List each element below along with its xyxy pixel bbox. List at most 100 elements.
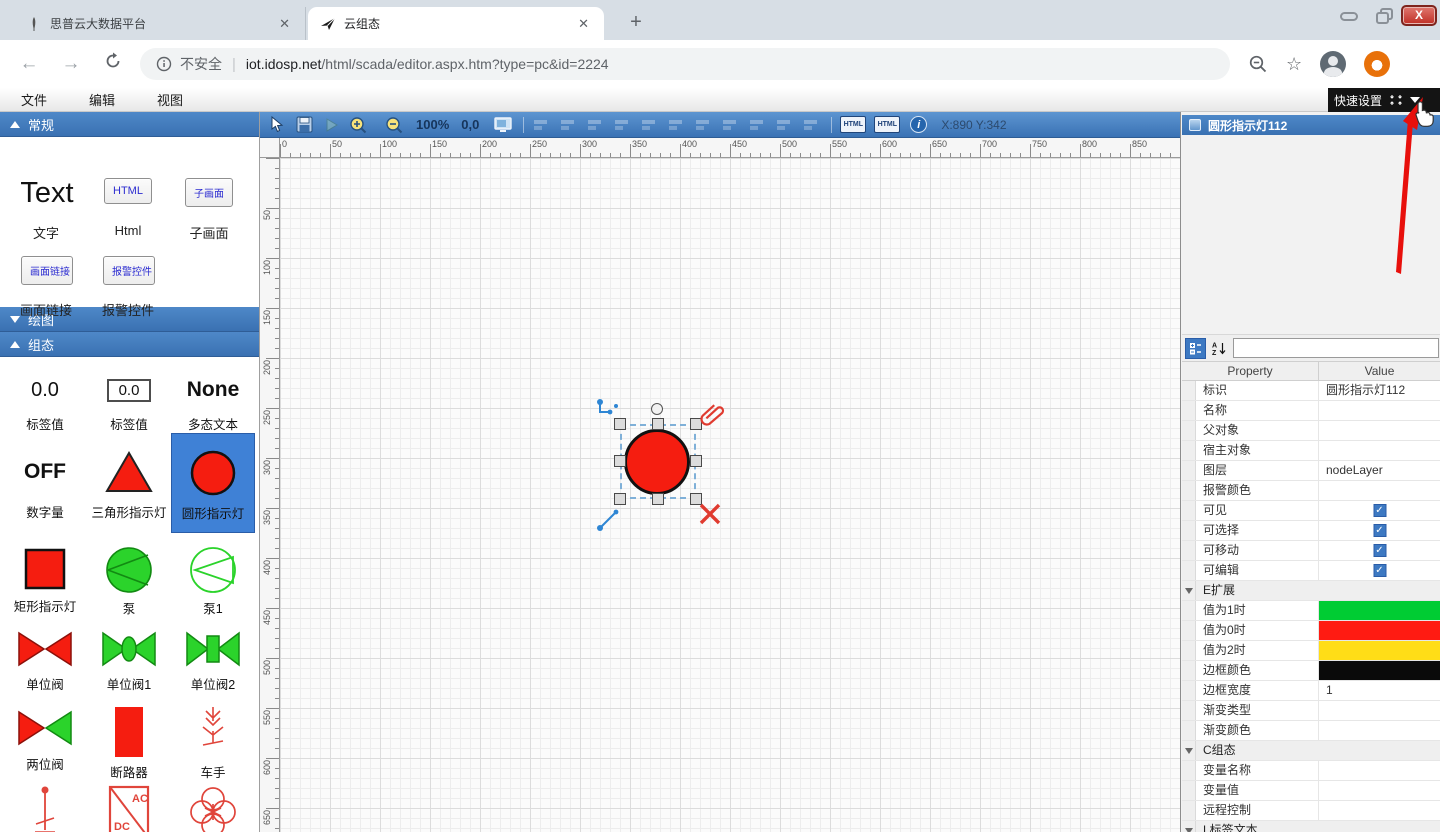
info-icon[interactable] — [156, 56, 172, 72]
close-button-highlight[interactable]: X — [1401, 5, 1437, 26]
checkbox[interactable]: ✓ — [1373, 544, 1386, 557]
property-value[interactable] — [1319, 661, 1440, 680]
menu-view[interactable]: 视图 — [136, 90, 204, 109]
palette-item-pt[interactable]: PT — [171, 773, 255, 832]
property-value[interactable] — [1319, 401, 1440, 420]
property-row-item[interactable]: 可移动✓ — [1182, 541, 1440, 561]
resize-handle[interactable] — [652, 418, 664, 430]
property-value[interactable] — [1319, 621, 1440, 640]
property-row-item[interactable]: 渐变颜色 — [1182, 721, 1440, 741]
property-row-item[interactable]: 可选择✓ — [1182, 521, 1440, 541]
rotate-handle[interactable] — [651, 403, 663, 415]
property-value[interactable] — [1319, 421, 1440, 440]
group-expanded-icon[interactable] — [1185, 588, 1193, 594]
profile-avatar-icon[interactable] — [1320, 51, 1346, 77]
property-value[interactable] — [1319, 701, 1440, 720]
palette-item-multistate-text[interactable]: None多态文本 — [171, 357, 255, 433]
resize-handle[interactable] — [614, 455, 626, 467]
palette-item-label-value[interactable]: 0.0标签值 — [3, 357, 87, 433]
property-value[interactable] — [1319, 641, 1440, 660]
property-row-item[interactable]: 值为2时 — [1182, 641, 1440, 661]
property-value[interactable]: ✓ — [1319, 521, 1440, 540]
palette-item-breaker[interactable]: 断路器 — [87, 693, 171, 773]
zoom-out-icon[interactable] — [1248, 54, 1268, 74]
property-row-group[interactable]: E扩展 — [1182, 581, 1440, 601]
browser-menu-icon[interactable] — [1364, 51, 1390, 77]
property-value[interactable]: ✓ — [1319, 561, 1440, 580]
color-swatch[interactable] — [1319, 601, 1440, 620]
property-value[interactable]: 圆形指示灯112 — [1319, 381, 1440, 400]
color-swatch[interactable] — [1319, 661, 1440, 680]
section-general[interactable]: 常规 — [0, 112, 259, 137]
palette-item-handcart[interactable]: 车手 — [171, 693, 255, 773]
html-export-button-2[interactable]: HTML — [874, 116, 900, 133]
quick-settings-dropdown-icon[interactable] — [1410, 97, 1420, 103]
tab-close-icon[interactable]: ✕ — [573, 14, 594, 34]
property-row-item[interactable]: 父对象 — [1182, 421, 1440, 441]
property-value[interactable] — [1319, 761, 1440, 780]
property-row-item[interactable]: 变量名称 — [1182, 761, 1440, 781]
property-row-item[interactable]: 边框颜色 — [1182, 661, 1440, 681]
save-icon[interactable] — [294, 115, 314, 135]
html-export-button[interactable]: HTML — [840, 116, 866, 133]
checkbox[interactable]: ✓ — [1373, 504, 1386, 517]
sort-az-icon[interactable]: AZ — [1209, 338, 1230, 359]
palette-item-text[interactable]: Text — [8, 177, 86, 210]
property-value[interactable] — [1319, 601, 1440, 620]
property-row-item[interactable]: 名称 — [1182, 401, 1440, 421]
property-row-item[interactable]: 边框宽度1 — [1182, 681, 1440, 701]
palette-item-screen-link[interactable]: 画面链接 — [21, 256, 73, 285]
minimize-icon[interactable] — [1338, 7, 1360, 25]
palette-item-html[interactable]: HTML — [104, 178, 152, 204]
property-value[interactable]: ✓ — [1319, 541, 1440, 560]
palette-item-label-value-boxed[interactable]: 0.0标签值 — [87, 357, 171, 433]
resize-handle[interactable] — [690, 455, 702, 467]
property-row-group[interactable]: L标签文本 — [1182, 821, 1440, 832]
property-value[interactable] — [1319, 781, 1440, 800]
color-swatch[interactable] — [1319, 621, 1440, 640]
property-filter-input[interactable] — [1233, 338, 1439, 358]
palette-item-digital-value[interactable]: OFF数字量 — [3, 433, 87, 533]
palette-item-valve-red[interactable]: 单位阀 — [3, 615, 87, 693]
url-field[interactable]: 不安全 | iot.idosp.net /html/scada/editor.a… — [140, 48, 1230, 80]
group-expanded-icon[interactable] — [1185, 748, 1193, 754]
property-value[interactable] — [1319, 481, 1440, 500]
palette-item-subscreen[interactable]: 子画面 — [185, 178, 233, 207]
checkbox[interactable]: ✓ — [1373, 564, 1386, 577]
palette-item-knife-switch[interactable]: 刀闸 — [3, 773, 87, 832]
line-connector-icon[interactable] — [596, 506, 622, 532]
palette-item-pump-outline[interactable]: 泵1 — [171, 533, 255, 615]
run-icon[interactable] — [321, 115, 341, 135]
palette-item-valve-green-ellipse[interactable]: 单位阀1 — [87, 615, 171, 693]
menu-file[interactable]: 文件 — [0, 90, 68, 109]
resize-handle[interactable] — [614, 493, 626, 505]
palette-item-valve-two-state[interactable]: 两位阀 — [3, 693, 87, 773]
tab-close-icon[interactable]: ✕ — [274, 14, 295, 34]
property-row-item[interactable]: 值为1时 — [1182, 601, 1440, 621]
forward-icon[interactable]: → — [58, 53, 84, 75]
zoom-in-icon[interactable] — [348, 115, 368, 135]
property-row-item[interactable]: 变量值 — [1182, 781, 1440, 801]
object-tree-area[interactable] — [1182, 135, 1440, 335]
design-canvas[interactable] — [280, 158, 1180, 832]
menu-edit[interactable]: 编辑 — [68, 90, 136, 109]
property-row-item[interactable]: 报警颜色 — [1182, 481, 1440, 501]
property-row-item[interactable]: 标识圆形指示灯112 — [1182, 381, 1440, 401]
display-icon[interactable] — [493, 115, 513, 135]
checkbox[interactable]: ✓ — [1373, 524, 1386, 537]
back-icon[interactable]: ← — [16, 53, 42, 75]
property-row-item[interactable]: 值为0时 — [1182, 621, 1440, 641]
property-value[interactable]: 1 — [1319, 681, 1440, 700]
bookmark-star-icon[interactable]: ☆ — [1286, 54, 1302, 75]
reload-icon[interactable] — [100, 52, 126, 76]
palette-item-valve-green-rect[interactable]: 单位阀2 — [171, 615, 255, 693]
group-expanded-icon[interactable] — [1185, 828, 1193, 832]
connector-anchor-icon[interactable] — [596, 398, 622, 424]
palette-item-circle-indicator[interactable]: 圆形指示灯 — [171, 433, 255, 533]
property-row-item[interactable]: 宿主对象 — [1182, 441, 1440, 461]
attach-paperclip-icon[interactable] — [698, 400, 726, 428]
quick-settings-bar[interactable]: 快速设置 — [1328, 88, 1440, 112]
property-value[interactable]: nodeLayer — [1319, 461, 1440, 480]
categorize-view-icon[interactable] — [1185, 338, 1206, 359]
zoom-out-icon[interactable] — [384, 115, 404, 135]
